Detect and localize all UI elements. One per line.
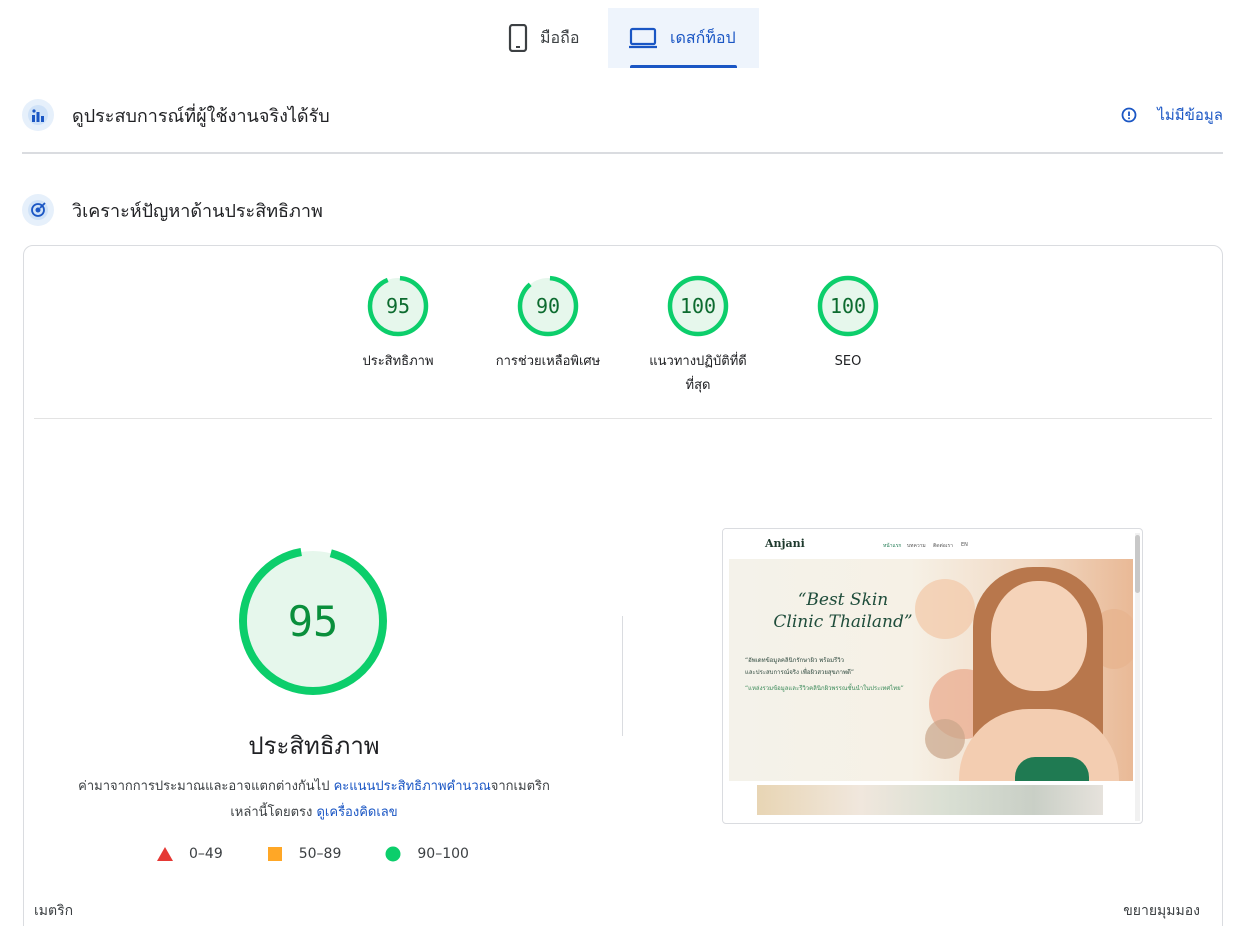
tab-selected-indicator	[630, 65, 737, 68]
performance-big-gauge: 95	[236, 544, 390, 698]
calculator-link[interactable]: ดูเครื่องคิดเลข	[316, 805, 397, 820]
gauge-value: 100	[829, 294, 867, 318]
score-calc-link[interactable]: คะแนนประสิทธิภาพคำนวณ	[334, 779, 491, 794]
no-data-link[interactable]: ไม่มีข้อมูล	[1121, 103, 1223, 127]
metrics-label: เมตริก	[34, 903, 74, 919]
gauge-label: การช่วยเหลือพิเศษ	[495, 354, 601, 369]
gauge-accessibility[interactable]: 90 การช่วยเหลือพิเศษ	[488, 274, 608, 374]
gauge-performance[interactable]: 95 ประสิทธิภาพ	[338, 274, 458, 374]
gauge-best-practices[interactable]: 100 แนวทางปฏิบัติที่ดี ที่สุด	[638, 274, 758, 398]
lighthouse-card: 95 ประสิทธิภาพ 90 การช่วยเหลือพิเศษ 100	[23, 245, 1223, 926]
thumb-hero-sub: “อัพเดทข้อมูลคลินิกรักษาผิว พร้อมรีวิว แ…	[745, 655, 945, 679]
thumb-hero-sub-green: “แหล่งรวมข้อมูลและรีวิวคลินิกผิวพรรณชั้น…	[745, 685, 904, 692]
tab-mobile-label: มือถือ	[540, 27, 580, 47]
gauge-label: SEO	[834, 354, 862, 369]
triangle-icon	[157, 847, 173, 861]
gauge-label-line1: แนวทางปฏิบัติที่ดี	[649, 354, 747, 369]
hero-sub-line2: และประสบการณ์จริง เพื่อผิวสวยสุขภาพดี”	[745, 669, 854, 676]
score-gauges: 95 ประสิทธิภาพ 90 การช่วยเหลือพิเศษ 100	[24, 274, 1222, 404]
diagnose-header: วิเคราะห์ปัญหาด้านประสิทธิภาพ	[22, 190, 1223, 230]
no-data-label: ไม่มีข้อมูล	[1157, 106, 1223, 124]
desc-text-1: ค่ามาจากการประมาณและอาจแตกต่างกันไป	[78, 779, 334, 794]
thumb-hero-title: “Best Skin Clinic Thailand”	[743, 589, 943, 633]
phone-icon	[508, 24, 528, 52]
thumb-hero: “Best Skin Clinic Thailand” “อัพเดทข้อมู…	[729, 559, 1133, 781]
field-data-icon	[22, 99, 54, 131]
hero-title-line2: Clinic Thailand”	[773, 612, 913, 632]
vertical-divider	[622, 616, 623, 736]
circle-icon	[385, 846, 401, 862]
legend-range: 50–89	[298, 846, 342, 862]
gauge-value: 95	[385, 294, 411, 318]
tab-desktop[interactable]: เดสก์ท็อป	[608, 8, 759, 68]
thumb-nav: Anjani หน้าแรก บทความ ติดต่อเรา EN	[723, 529, 1133, 557]
thumb-nav-item: บทความ	[907, 543, 926, 549]
thumb-nav-item: EN	[961, 542, 968, 548]
thumb-nav-item: ติดต่อเรา	[933, 543, 953, 549]
thumb-image-strip	[757, 785, 1103, 815]
performance-description: ค่ามาจากการประมาณและอาจแตกต่างกันไป คะแน…	[64, 774, 564, 826]
thumb-logo: Anjani	[765, 537, 805, 550]
hero-sub-line1: “อัพเดทข้อมูลคลินิกรักษาผิว พร้อมรีวิว	[745, 657, 844, 664]
field-data-header: ดูประสบการณ์ที่ผู้ใช้งานจริงได้รับ ไม่มี…	[22, 95, 1223, 135]
tab-desktop-label: เดสก์ท็อป	[670, 27, 736, 47]
section-divider	[22, 152, 1223, 154]
legend-range: 0–49	[189, 846, 223, 862]
card-divider	[34, 418, 1212, 419]
gauge-label-line2: ที่สุด	[685, 378, 711, 393]
thumb-scrollbar[interactable]	[1135, 533, 1140, 821]
legend-average: 50–89	[267, 846, 342, 862]
performance-title: ประสิทธิภาพ	[248, 732, 380, 760]
field-data-title: ดูประสบการณ์ที่ผู้ใช้งานจริงได้รับ	[72, 105, 330, 127]
square-icon	[267, 847, 282, 861]
gauge-label: แนวทางปฏิบัติที่ดี ที่สุด	[638, 350, 758, 398]
legend-fail: 0–49	[157, 846, 223, 862]
scrollbar-thumb[interactable]	[1135, 535, 1140, 593]
page-screenshot[interactable]: Anjani หน้าแรก บทความ ติดต่อเรา EN “Best…	[722, 528, 1143, 824]
thumb-face	[991, 581, 1087, 691]
expand-view-button[interactable]: ขยายมุมมอง	[1123, 900, 1200, 922]
legend-range: 90–100	[417, 846, 469, 862]
score-legend: 0–49 50–89 90–100	[157, 846, 513, 862]
info-icon	[1121, 107, 1137, 123]
device-tabs: มือถือ เดสก์ท็อป	[0, 8, 1238, 68]
gauge-value: 100	[679, 294, 717, 318]
diagnose-icon	[22, 194, 54, 226]
gauge-value: 90	[535, 294, 561, 318]
hero-title-line1: “Best Skin	[797, 590, 889, 610]
legend-pass: 90–100	[385, 846, 469, 862]
gauge-seo[interactable]: 100 SEO	[788, 274, 908, 374]
laptop-icon	[629, 27, 657, 49]
big-gauge-value: 95	[287, 596, 339, 646]
decor-flower	[925, 719, 965, 759]
gauge-label: ประสิทธิภาพ	[362, 354, 434, 369]
thumb-nav-item: หน้าแรก	[883, 543, 902, 549]
thumb-dress	[1015, 757, 1089, 781]
diagnose-title: วิเคราะห์ปัญหาด้านประสิทธิภาพ	[72, 200, 323, 222]
tab-mobile[interactable]: มือถือ	[490, 8, 608, 68]
